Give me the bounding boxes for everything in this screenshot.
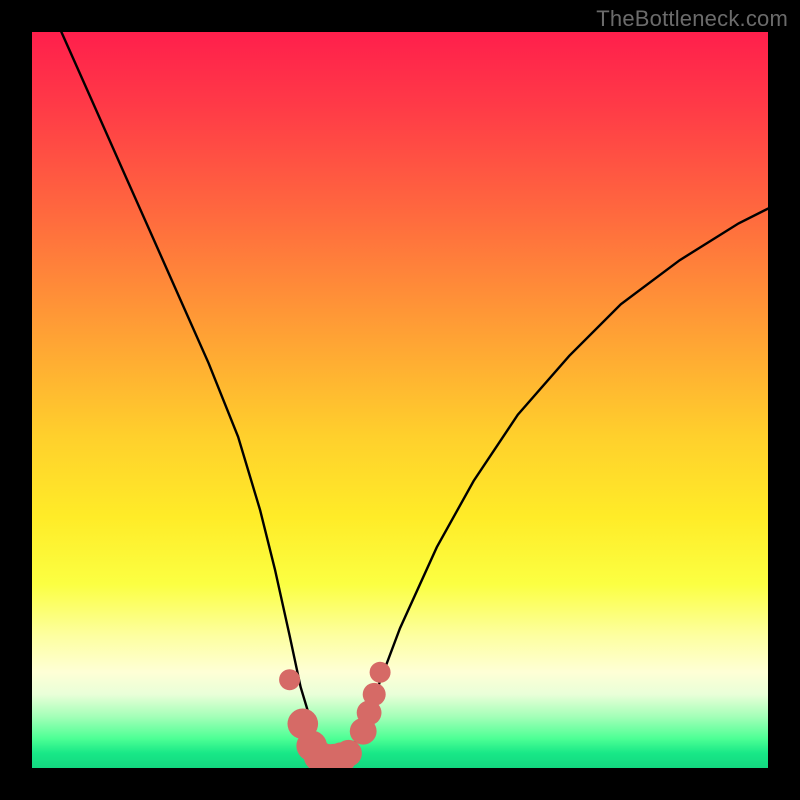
bottleneck-curve [61,32,768,761]
chart-svg [32,32,768,768]
highlight-dot [363,683,386,706]
highlight-dot [370,662,391,683]
highlight-dots [279,662,391,768]
highlight-dot [335,740,362,767]
watermark-text: TheBottleneck.com [596,6,788,32]
chart-frame: TheBottleneck.com [0,0,800,800]
highlight-dot [279,669,300,690]
plot-area [32,32,768,768]
